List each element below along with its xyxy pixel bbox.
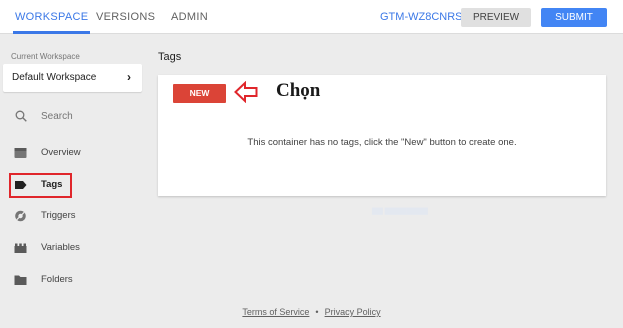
sidebar-item-label: Tags	[41, 179, 63, 190]
trigger-icon	[15, 210, 26, 222]
preview-button[interactable]: PREVIEW	[461, 8, 531, 27]
terms-link[interactable]: Terms of Service	[242, 307, 309, 317]
sidebar-item-triggers[interactable]: Triggers	[0, 203, 145, 229]
workspace-name: Default Workspace	[12, 72, 97, 83]
chevron-right-icon: ›	[127, 70, 131, 84]
watermark: ▇▇ ▇▇▇▇▇▇▇▇	[372, 208, 428, 215]
top-bar: WORKSPACE VERSIONS ADMIN GTM-WZ8CNRS PRE…	[0, 0, 623, 34]
arrow-left-icon	[234, 81, 258, 103]
sidebar-item-tags[interactable]: Tags	[0, 172, 145, 198]
tab-versions[interactable]: VERSIONS	[96, 0, 155, 34]
footer: Terms of Service • Privacy Policy	[0, 307, 623, 317]
search-label: Search	[41, 111, 73, 122]
sidebar-search[interactable]: Search	[3, 103, 142, 130]
page-title: Tags	[158, 51, 182, 63]
footer-separator: •	[315, 307, 319, 317]
folder-icon	[14, 275, 27, 285]
sidebar-item-label: Folders	[41, 274, 73, 285]
tag-icon	[15, 181, 27, 189]
submit-button[interactable]: SUBMIT	[541, 8, 607, 27]
tags-card: NEW Chọn This container has no tags, cli…	[158, 75, 606, 196]
annotation-text: Chọn	[276, 80, 321, 101]
container-id-link[interactable]: GTM-WZ8CNRS	[380, 0, 463, 34]
empty-state-message: This container has no tags, click the "N…	[247, 137, 517, 148]
sidebar-item-overview[interactable]: Overview	[0, 140, 145, 166]
search-icon	[15, 110, 27, 122]
sidebar-item-label: Variables	[41, 242, 80, 253]
tab-workspace[interactable]: WORKSPACE	[12, 0, 91, 34]
sidebar-item-label: Overview	[41, 147, 81, 158]
sidebar-item-variables[interactable]: Variables	[0, 235, 145, 261]
current-workspace-label: Current Workspace	[11, 52, 80, 61]
variables-icon	[14, 243, 27, 253]
overview-icon	[14, 148, 27, 158]
workspace-selector[interactable]: Default Workspace ›	[3, 64, 142, 92]
privacy-link[interactable]: Privacy Policy	[325, 307, 381, 317]
sidebar-item-label: Triggers	[41, 210, 76, 221]
new-tag-button[interactable]: NEW	[173, 84, 226, 103]
sidebar-item-folders[interactable]: Folders	[0, 267, 145, 293]
tab-admin[interactable]: ADMIN	[171, 0, 208, 34]
